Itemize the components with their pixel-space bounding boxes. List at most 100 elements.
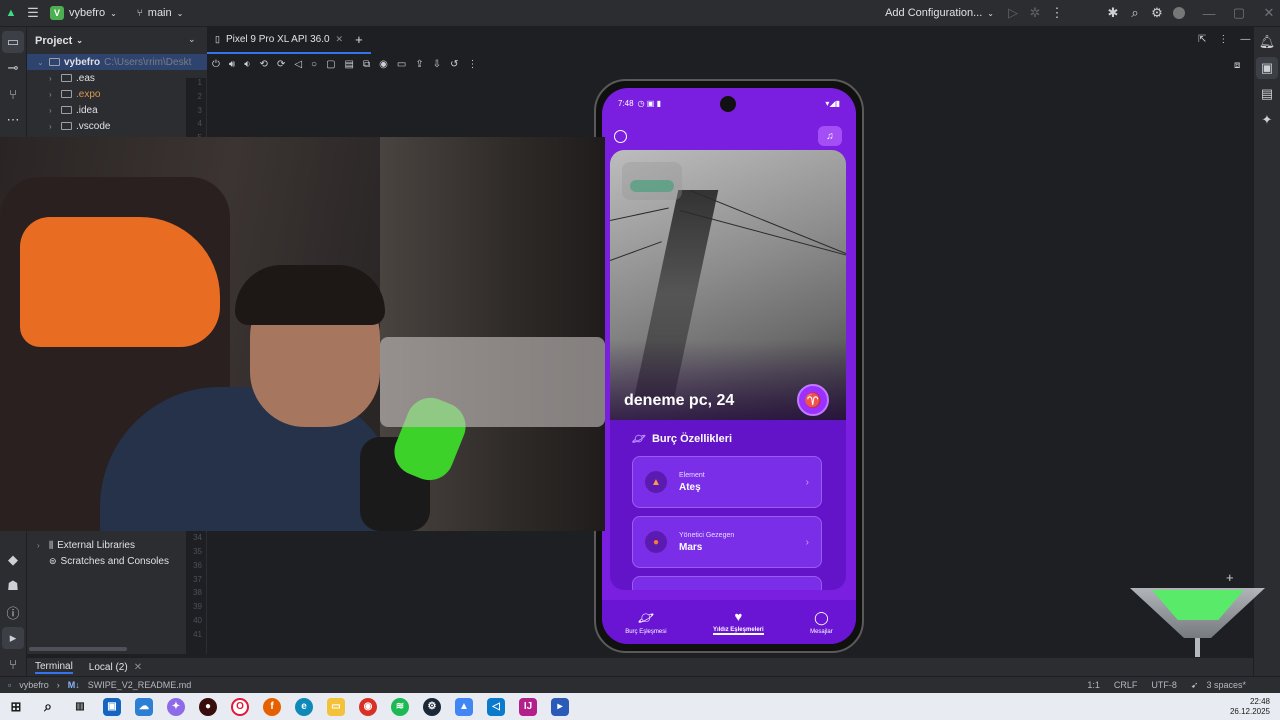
maximize-icon[interactable]: ▢ — [1228, 2, 1250, 24]
device-manager-icon[interactable]: ▤ — [1256, 83, 1278, 105]
volume-up-icon[interactable]: 🔊︎ — [229, 59, 235, 70]
windows-start-icon[interactable]: ⊞ — [7, 698, 25, 716]
notifications-bell-icon[interactable]: 🔔︎ — [1256, 31, 1278, 53]
options-icon[interactable]: ⋮ — [1218, 34, 1228, 45]
firefox-icon[interactable]: f — [263, 697, 281, 716]
intellij-icon[interactable]: IJ — [519, 697, 537, 716]
horizontal-scrollbar[interactable] — [29, 647, 127, 651]
add-tab-icon[interactable]: + — [355, 32, 363, 47]
more-icon[interactable]: ⋮ — [467, 59, 477, 70]
run-configuration-dropdown[interactable]: Add Configuration... ⌄ — [885, 7, 994, 19]
tab-emulator[interactable]: ▯ Pixel 9 Pro XL API 36.0 ✕ + — [207, 27, 371, 54]
hide-panel-icon[interactable]: — — [1240, 34, 1250, 45]
tree-root[interactable]: ⌄ vybefro C:\Users\rrim\Deskt — [27, 54, 207, 70]
tree-item[interactable]: › .idea — [27, 102, 207, 118]
status-encoding[interactable]: UTF-8 — [1151, 680, 1177, 690]
copilot-icon[interactable]: ✦ — [167, 697, 185, 716]
ai-assistant-icon[interactable]: ✦ — [1256, 109, 1278, 131]
commit-icon[interactable]: ⊸ — [2, 57, 24, 79]
taskbar-clock[interactable]: 22:48 26.12.2025 — [1230, 697, 1270, 717]
mirror-icon[interactable]: ⧉ — [363, 59, 370, 70]
feature-ruling-planet[interactable]: ● Yönetici Gezegen Mars › — [632, 516, 822, 568]
run-icon[interactable]: ▷ — [1002, 2, 1024, 24]
zoom-fit-icon[interactable]: ⧈ — [1234, 60, 1240, 71]
download-icon[interactable]: ⇩ — [433, 59, 441, 70]
rotate-left-icon[interactable]: ⟲ — [260, 59, 268, 70]
steam-icon[interactable]: ⚙ — [423, 697, 441, 716]
cloud-app-icon[interactable]: ☁ — [135, 697, 153, 716]
rotate-right-icon[interactable]: ⟳ — [277, 59, 285, 70]
pull-requests-icon[interactable]: ⑂ — [2, 83, 24, 105]
git-icon[interactable]: ⑂ — [2, 653, 24, 675]
chrome-icon[interactable]: ◉ — [359, 697, 377, 716]
search-icon[interactable]: ⌕ — [39, 698, 57, 716]
nav-mesajlar[interactable]: ◯ Mesajlar — [810, 610, 833, 635]
debug-icon[interactable]: ✲ — [1024, 2, 1046, 24]
profile-card[interactable]: deneme pc, 24 ♈ 🪐︎ Burç Özellikleri ▲ El… — [610, 150, 846, 590]
tab-terminal[interactable]: Terminal — [35, 661, 73, 674]
feature-element[interactable]: ▲ Element Ateş › — [632, 456, 822, 508]
profile-icon[interactable] — [614, 130, 627, 143]
more-tools-icon[interactable]: ⋯ — [2, 109, 24, 131]
status-project[interactable]: vybefro — [19, 680, 49, 690]
spotify-icon[interactable]: ≋ — [391, 697, 409, 716]
project-switcher[interactable]: V vybefro ⌄ — [50, 6, 117, 20]
logcat-icon[interactable]: ☗ — [2, 575, 24, 597]
music-button[interactable]: ♫ — [818, 126, 842, 146]
vscode-icon[interactable]: ◁ — [487, 697, 505, 716]
home-icon[interactable]: ○ — [311, 59, 317, 70]
project-panel-header[interactable]: Project ⌄ — [27, 27, 207, 54]
avatar[interactable] — [1168, 2, 1190, 24]
task-view-icon[interactable]: ▥ — [71, 698, 89, 716]
tree-item[interactable]: › .expo — [27, 86, 207, 102]
overview-icon[interactable]: ▢ — [326, 59, 335, 70]
status-line-ending[interactable]: CRLF — [1114, 680, 1138, 690]
back-icon[interactable]: ◁ — [294, 59, 302, 70]
opera-icon[interactable]: O — [231, 697, 249, 716]
search-icon[interactable]: ⌕ — [1124, 2, 1146, 24]
project-tool-icon[interactable]: ▭ — [2, 31, 24, 53]
panel-options-icon[interactable]: ⌄ — [188, 34, 196, 45]
reset-icon[interactable]: ↺ — [450, 59, 458, 70]
edge-icon[interactable]: e — [295, 697, 313, 716]
close-tab-icon[interactable]: ✕ — [336, 34, 344, 45]
nav-burc-eslesmesi[interactable]: 🪐︎ Burç Eşleşmesi — [625, 610, 666, 635]
status-file[interactable]: SWIPE_V2_README.md — [88, 680, 192, 690]
feature-next-peek[interactable] — [632, 576, 822, 590]
zodiac-sign-button[interactable]: ♈ — [797, 384, 829, 416]
tree-item[interactable]: ⊜ Scratches and Consoles — [27, 553, 169, 569]
tree-item[interactable]: › ⫼ External Libraries — [27, 537, 135, 553]
minimize-icon[interactable]: — — [1198, 2, 1220, 24]
powershell-icon[interactable]: ▸ — [551, 697, 569, 716]
running-devices-icon[interactable]: ▣ — [1256, 57, 1278, 79]
main-menu-icon[interactable]: ☰ — [22, 2, 44, 24]
rocket-icon[interactable]: ➹ — [1191, 680, 1199, 691]
nav-yildiz-eslesmeleri[interactable]: ♥ Yıldız Eşleşmeleri — [712, 609, 764, 635]
add-widget-icon[interactable]: + — [1226, 570, 1234, 585]
problems-icon[interactable]: ⓘ — [2, 601, 24, 623]
open-external-icon[interactable]: ⇱ — [1198, 34, 1206, 45]
android-studio-icon[interactable]: ▲ — [455, 697, 473, 716]
bug-icon[interactable]: ✱ — [1102, 2, 1124, 24]
more-actions-icon[interactable]: ⋮ — [1046, 2, 1068, 24]
status-indent[interactable]: 3 spaces* — [1206, 680, 1246, 690]
close-icon[interactable]: ✕ — [1258, 2, 1280, 24]
power-icon[interactable]: ⏻ — [212, 59, 220, 70]
file-explorer-icon[interactable]: ▭ — [327, 697, 345, 716]
fold-icon[interactable]: ▤ — [345, 59, 354, 70]
upload-icon[interactable]: ⇪ — [415, 59, 423, 70]
screenshot-icon[interactable]: ◉ — [379, 59, 388, 70]
terminal-icon[interactable]: ▸ — [2, 627, 24, 649]
tab-local[interactable]: Local (2) ✕ — [89, 662, 142, 673]
record-icon[interactable]: ▭ — [397, 59, 406, 70]
volume-down-icon[interactable]: 🔉︎ — [244, 59, 250, 70]
settings-gear-icon[interactable]: ⚙ — [1146, 2, 1168, 24]
store-icon[interactable]: ▣ — [103, 697, 121, 716]
recorder-icon[interactable]: ● — [199, 697, 217, 716]
status-position[interactable]: 1:1 — [1087, 680, 1100, 690]
branch-switcher[interactable]: ⑂ main ⌄ — [137, 7, 184, 19]
gem-icon[interactable]: ◆ — [2, 549, 24, 571]
close-tab-icon[interactable]: ✕ — [134, 662, 142, 673]
tree-item[interactable]: › .vscode — [27, 118, 207, 134]
tree-item[interactable]: › .eas — [27, 70, 207, 86]
